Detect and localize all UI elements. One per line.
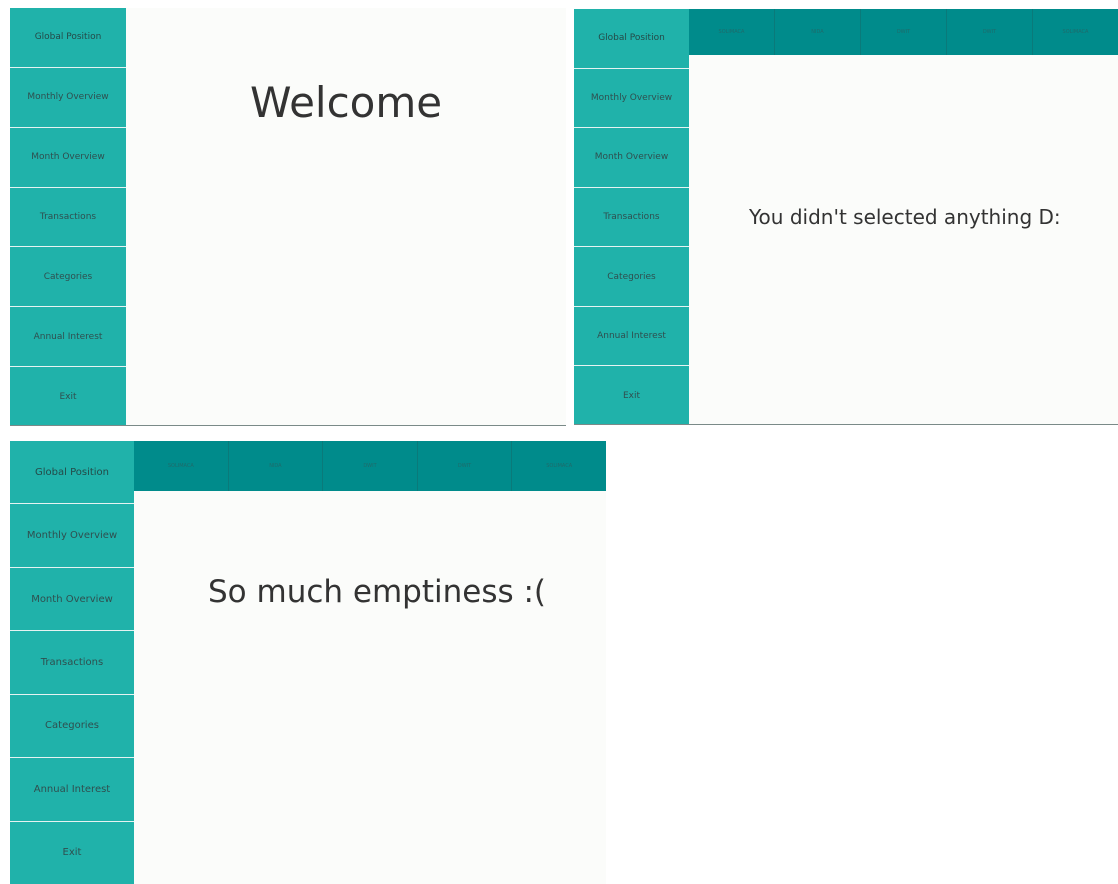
exit-button[interactable]: Exit <box>10 821 134 884</box>
global-position-button[interactable]: Global Position <box>574 9 689 69</box>
global-position-button[interactable]: Global Position <box>10 441 134 505</box>
welcome-message: Welcome <box>250 78 443 127</box>
tab-account-2[interactable]: NIDA <box>775 9 861 55</box>
welcome-screen: Global Position Monthly Overview Month O… <box>10 8 566 426</box>
tab-account-1[interactable]: SOLIMACA <box>689 9 775 55</box>
tab-account-4[interactable]: DWIT <box>418 441 513 491</box>
sidebar: Global Position Monthly Overview Month O… <box>10 441 134 884</box>
transactions-button[interactable]: Transactions <box>10 631 134 695</box>
sidebar: Global Position Monthly Overview Month O… <box>574 9 689 425</box>
tab-account-3[interactable]: DWIT <box>861 9 947 55</box>
sidebar: Global Position Monthly Overview Month O… <box>10 8 126 426</box>
categories-button[interactable]: Categories <box>574 247 689 307</box>
annual-interest-button[interactable]: Annual Interest <box>574 306 689 367</box>
emptiness-screen: Global Position Monthly Overview Month O… <box>10 441 606 884</box>
categories-button[interactable]: Categories <box>10 247 126 308</box>
transactions-button[interactable]: Transactions <box>574 187 689 248</box>
tab-account-5[interactable]: SOLIMACA <box>512 441 606 491</box>
transactions-button[interactable]: Transactions <box>10 187 126 248</box>
tab-account-4[interactable]: DWIT <box>947 9 1033 55</box>
emptiness-message: So much emptiness :( <box>208 574 547 610</box>
month-overview-button[interactable]: Month Overview <box>10 127 126 188</box>
tab-account-1[interactable]: SOLIMACA <box>134 441 229 491</box>
categories-button[interactable]: Categories <box>10 694 134 759</box>
monthly-overview-button[interactable]: Monthly Overview <box>10 504 134 568</box>
divider <box>10 425 566 426</box>
nothing-selected-message: You didn't selected anything D: <box>749 205 1061 229</box>
month-overview-button[interactable]: Month Overview <box>574 128 689 188</box>
tab-account-5[interactable]: SOLIMACA <box>1033 9 1118 55</box>
month-overview-button[interactable]: Month Overview <box>10 567 134 632</box>
nothing-selected-screen: Global Position Monthly Overview Month O… <box>574 9 1118 425</box>
exit-button[interactable]: Exit <box>10 367 126 426</box>
divider <box>574 424 1118 425</box>
account-tab-bar: SOLIMACA NIDA DWIT DWIT SOLIMACA <box>134 441 606 491</box>
annual-interest-button[interactable]: Annual Interest <box>10 307 126 368</box>
account-tab-bar: SOLIMACA NIDA DWIT DWIT SOLIMACA <box>689 9 1118 55</box>
global-position-button[interactable]: Global Position <box>10 8 126 68</box>
annual-interest-button[interactable]: Annual Interest <box>10 758 134 822</box>
tab-account-3[interactable]: DWIT <box>323 441 418 491</box>
monthly-overview-button[interactable]: Monthly Overview <box>574 68 689 129</box>
exit-button[interactable]: Exit <box>574 366 689 425</box>
monthly-overview-button[interactable]: Monthly Overview <box>10 67 126 128</box>
tab-account-2[interactable]: NIDA <box>229 441 324 491</box>
